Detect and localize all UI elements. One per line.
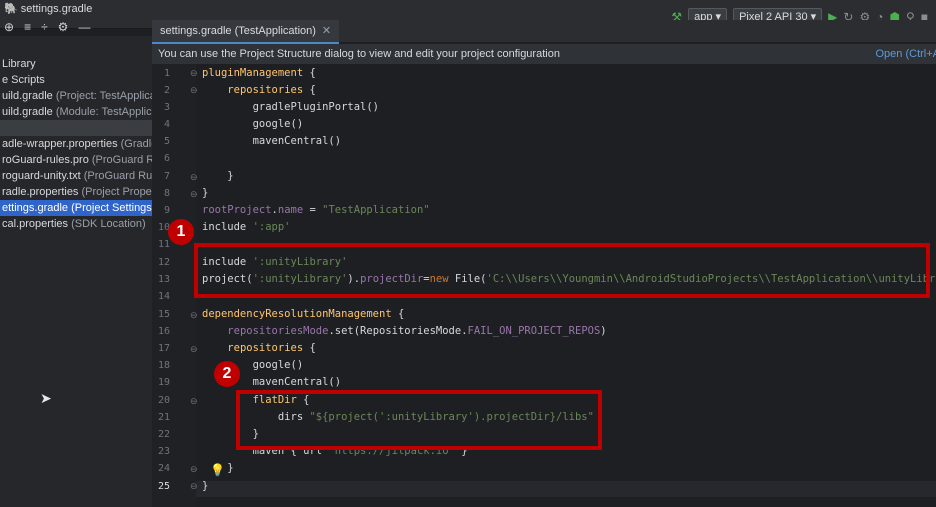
code-line: rootProject.name = "TestApplication" [202, 204, 430, 216]
minimize-icon[interactable]: — [78, 20, 90, 34]
fold-icon[interactable]: ⊖ [190, 68, 198, 79]
breadcrumb-file[interactable]: settings.gradle [21, 3, 93, 15]
code-line: repositories { [227, 342, 316, 354]
line-number: 23 [157, 446, 170, 457]
open-project-structure-link[interactable]: Open (Ctrl+A [876, 44, 936, 64]
line-number: 2 [163, 85, 170, 96]
gradle-icon: 🐘 [4, 3, 21, 15]
line-number: 16 [157, 326, 170, 337]
code-line: } [202, 480, 209, 492]
notification-banner: You can use the Project Structure dialog… [152, 44, 936, 64]
line-number: 17 [157, 343, 170, 354]
annotation-badge-2: 2 [214, 361, 240, 387]
fold-icon[interactable]: ⊖ [190, 344, 198, 355]
fold-icon[interactable]: ⊖ [190, 85, 198, 96]
line-number: 12 [157, 257, 170, 268]
project-toolbar: ⊕ ≡ ÷ ⚙ — [0, 18, 156, 36]
code-line: dependencyResolutionManagement { [202, 308, 405, 320]
tree-item-selected[interactable]: ettings.gradle (Project Settings) [0, 200, 152, 216]
code-line: mavenCentral() [202, 135, 342, 147]
editor-tabs: settings.gradle (TestApplication) ✕ [152, 20, 936, 44]
fold-icon[interactable]: ⊖ [190, 396, 198, 407]
tree-item[interactable]: e Scripts [0, 72, 152, 88]
code-line: repositories { [227, 84, 316, 96]
code-line: pluginManagement { [202, 67, 316, 79]
line-number: 21 [157, 412, 170, 423]
line-number: 8 [163, 188, 170, 199]
fold-icon[interactable]: ⊖ [190, 310, 198, 321]
line-number: 14 [157, 291, 170, 302]
mouse-cursor-icon: ➤ [40, 390, 52, 406]
line-number: 9 [163, 205, 170, 216]
tree-item[interactable]: adle-wrapper.properties (Gradle [0, 136, 152, 152]
breadcrumb[interactable]: 🐘 settings.gradle [4, 2, 92, 15]
line-number: 4 [163, 119, 170, 130]
highlight-box-1 [194, 243, 930, 298]
line-number: 18 [157, 360, 170, 371]
fold-icon[interactable]: ⊖ [190, 172, 198, 183]
collapse-icon[interactable]: ≡ [24, 20, 31, 34]
banner-message: You can use the Project Structure dialog… [158, 48, 560, 60]
code-line: include ':app' [202, 221, 291, 233]
tree-item[interactable]: uild.gradle (Module: TestApplicat [0, 104, 152, 120]
code-line: repositoriesMode.set(RepositoriesMode.FA… [227, 325, 607, 337]
line-number: 19 [157, 377, 170, 388]
expand-icon[interactable]: ÷ [41, 20, 48, 34]
fold-icon[interactable]: ⊖ [190, 464, 198, 475]
line-number: 11 [157, 239, 170, 250]
tree-item[interactable]: radle.properties (Project Propertie [0, 184, 152, 200]
tree-item[interactable]: roguard-unity.txt (ProGuard Rules [0, 168, 152, 184]
line-number: 24 [157, 463, 170, 474]
line-number: 15 [157, 309, 170, 320]
gear-icon[interactable]: ⚙ [58, 20, 69, 34]
tree-item[interactable]: uild.gradle (Project: TestApplicatio [0, 88, 152, 104]
current-line-highlight [196, 481, 936, 497]
lightbulb-icon[interactable]: 💡 [210, 463, 225, 477]
line-number: 22 [157, 429, 170, 440]
line-number: 1 [163, 68, 170, 79]
line-number: 3 [163, 102, 170, 113]
line-number: 5 [163, 136, 170, 147]
tab-settings-gradle[interactable]: settings.gradle (TestApplication) ✕ [152, 20, 340, 44]
tree-item-hidden[interactable] [0, 120, 152, 136]
line-gutter [152, 64, 196, 507]
highlight-box-2 [236, 390, 602, 450]
line-number: 20 [157, 395, 170, 406]
code-line: } [202, 170, 234, 182]
target-icon[interactable]: ⊕ [4, 20, 14, 34]
line-number: 6 [163, 153, 170, 164]
line-number: 7 [163, 171, 170, 182]
code-line: gradlePluginPortal() [202, 101, 380, 113]
fold-icon[interactable]: ⊖ [190, 481, 198, 492]
code-line: google() [202, 118, 304, 130]
code-line: } [202, 187, 209, 199]
annotation-badge-1: 1 [168, 219, 194, 245]
tree-item[interactable]: Library [0, 56, 152, 72]
tree-item[interactable]: cal.properties (SDK Location) [0, 216, 152, 232]
project-tree: Library e Scripts uild.gradle (Project: … [0, 36, 153, 507]
line-number: 13 [157, 274, 170, 285]
tree-item[interactable]: roGuard-rules.pro (ProGuard Rule [0, 152, 152, 168]
line-number: 25 [157, 481, 170, 492]
fold-icon[interactable]: ⊖ [190, 189, 198, 200]
close-icon[interactable]: ✕ [322, 25, 331, 37]
